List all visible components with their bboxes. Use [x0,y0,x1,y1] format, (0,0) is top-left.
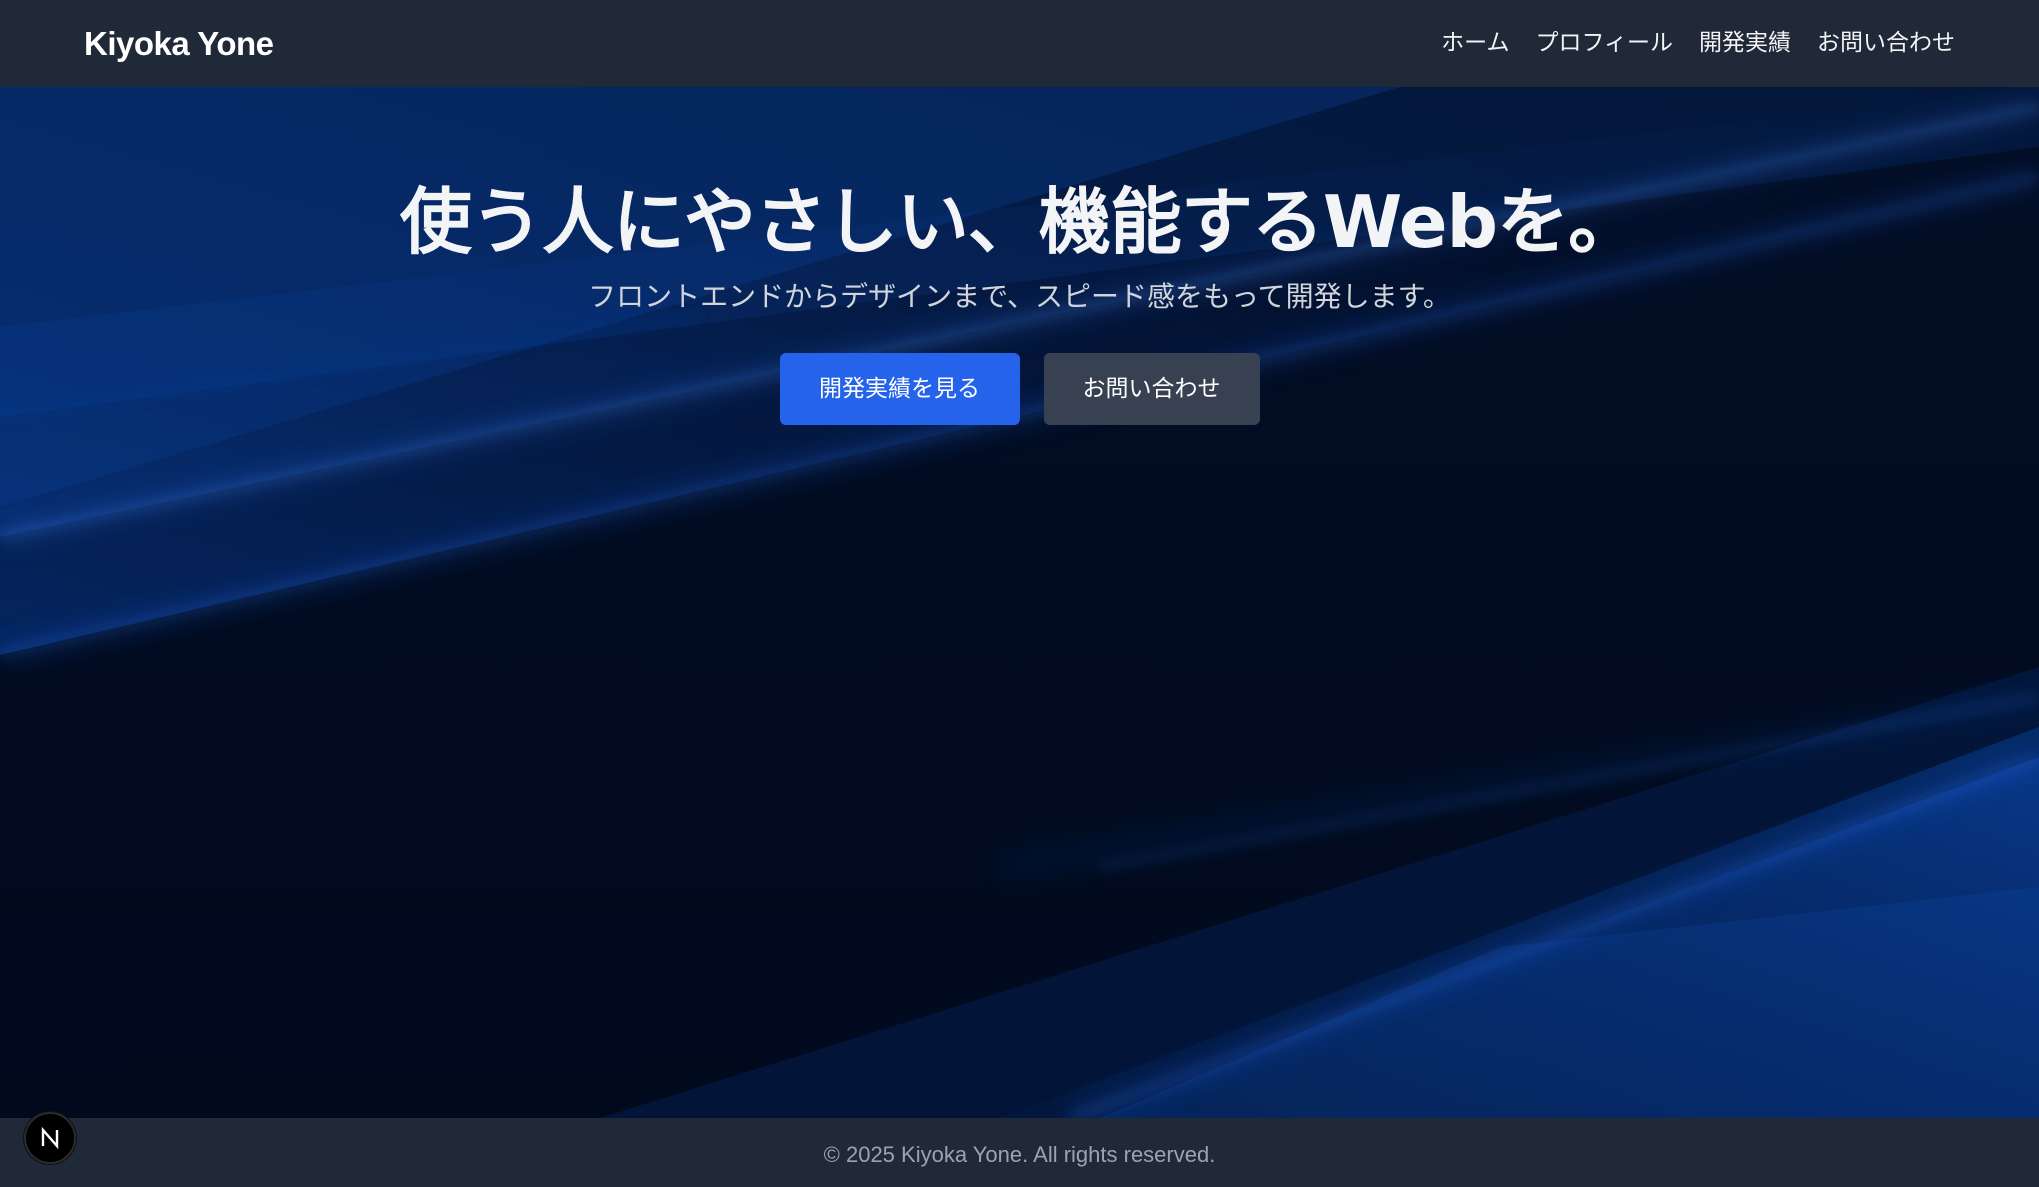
site-footer: © 2025 Kiyoka Yone. All rights reserved. [0,1118,2039,1187]
nav-item-contact: お問い合わせ [1817,26,1955,60]
copyright-text: © 2025 Kiyoka Yone. All rights reserved. [823,1142,1216,1167]
hero-subheadline: フロントエンドからデザインまで、スピード感をもって開発します。 [588,280,1451,313]
nav-link-home[interactable]: ホーム [1441,30,1509,56]
contact-button[interactable]: お問い合わせ [1043,353,1260,425]
nav-link-profile[interactable]: プロフィール [1535,30,1673,56]
site-logo-link[interactable]: Kiyoka Yone [84,22,274,66]
hero-section: 使う人にやさしい、機能するWebを。 フロントエンドからデザインまで、スピード感… [0,87,2039,1118]
nextjs-dev-tools-button[interactable] [24,1112,76,1164]
nav-link-works[interactable]: 開発実績 [1699,30,1791,56]
hero-headline: 使う人にやさしい、機能するWebを。 [399,180,1640,264]
nav-item-home: ホーム [1441,26,1509,60]
nav-item-works: 開発実績 [1699,26,1791,60]
view-works-button[interactable]: 開発実績を見る [779,353,1020,425]
site-header: Kiyoka Yone ホーム プロフィール 開発実績 お問い合わせ [0,0,2039,87]
main-navigation: ホーム プロフィール 開発実績 お問い合わせ [1441,26,1955,60]
nav-item-profile: プロフィール [1535,26,1673,60]
nav-link-contact[interactable]: お問い合わせ [1817,30,1955,56]
hero-content: 使う人にやさしい、機能するWebを。 フロントエンドからデザインまで、スピード感… [0,87,2039,425]
page: Kiyoka Yone ホーム プロフィール 開発実績 お問い合わせ 使う人にや… [0,0,2039,1187]
nextjs-logo-icon [41,1127,59,1149]
hero-button-group: 開発実績を見る お問い合わせ [0,353,2039,425]
